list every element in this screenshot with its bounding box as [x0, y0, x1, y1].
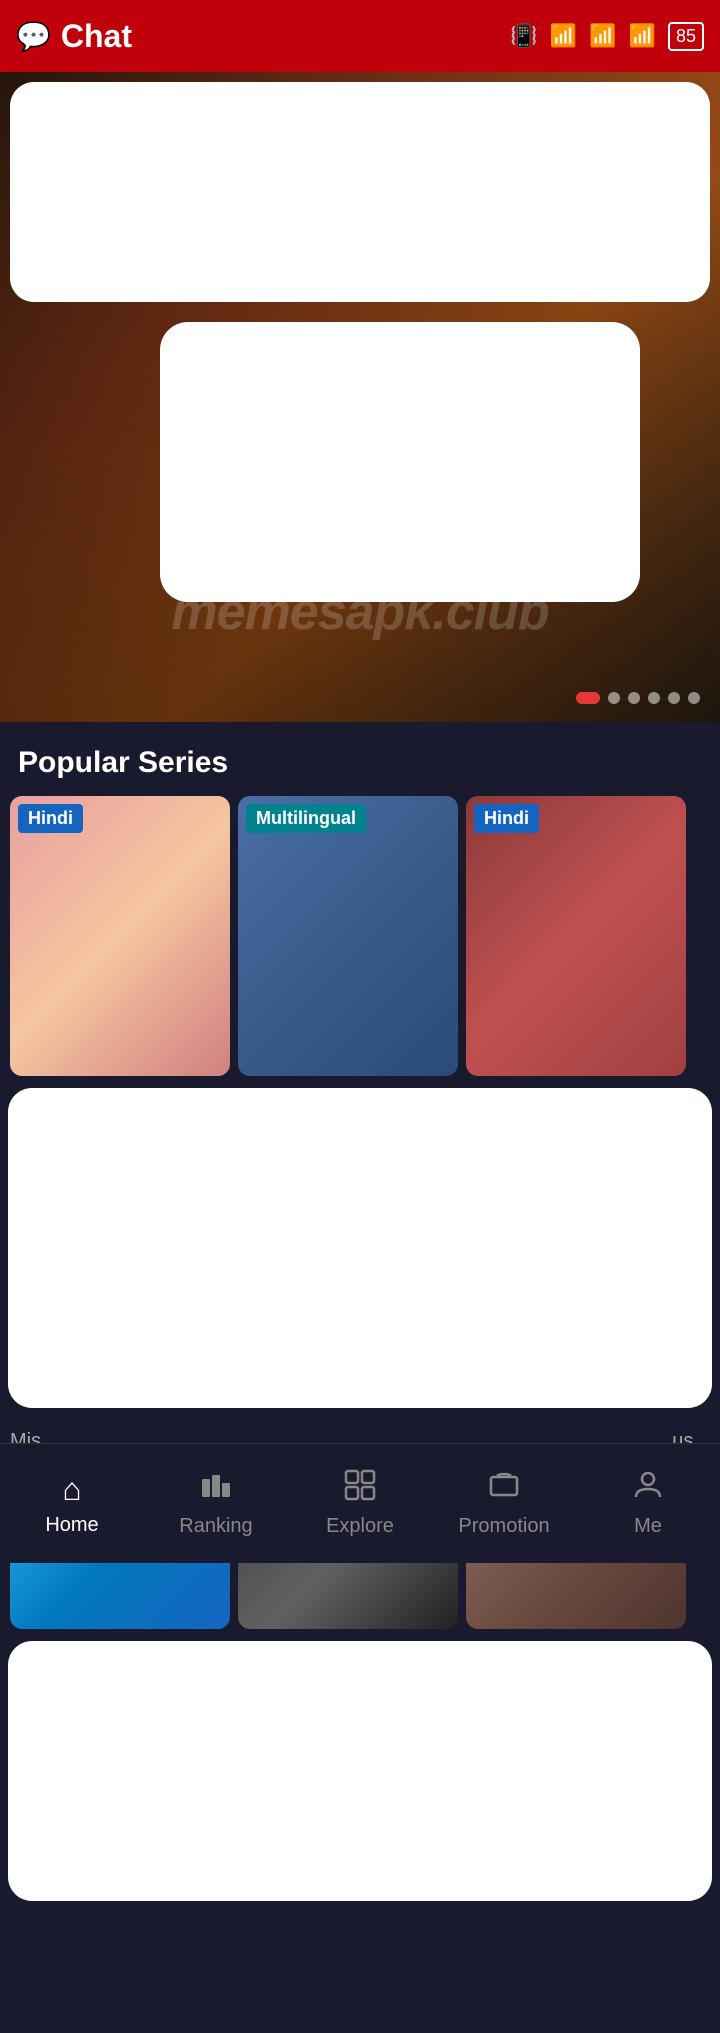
series-card-3[interactable]: Hindi — [466, 796, 686, 1076]
me-label: Me — [634, 1515, 662, 1538]
explore-icon — [344, 1469, 376, 1509]
ranking-icon — [200, 1469, 232, 1509]
series-big-overlay — [8, 1088, 712, 1408]
chat-icon: 💬 — [16, 20, 51, 53]
dot-3[interactable] — [628, 692, 640, 704]
popular-series-section: Popular Series Hindi Multilingual Hindi … — [0, 722, 720, 1453]
me-icon — [632, 1469, 664, 1509]
dot-1[interactable] — [576, 692, 600, 704]
home-label: Home — [45, 1514, 98, 1537]
popular-series-title: Popular Series — [0, 722, 720, 796]
wifi-icon: 📶 — [550, 23, 577, 49]
dot-5[interactable] — [668, 692, 680, 704]
status-bar-left: 💬 Chat — [16, 18, 132, 55]
series-badge-2: Multilingual — [246, 804, 366, 833]
app-title: Chat — [61, 18, 132, 55]
nav-promotion[interactable]: Promotion — [432, 1469, 576, 1538]
content-area: Popular Series Hindi Multilingual Hindi … — [0, 722, 720, 2033]
signal-icon-2: 📶 — [629, 23, 656, 49]
nav-home[interactable]: ⌂ Home — [0, 1471, 144, 1537]
signal-icon-1: 📶 — [589, 23, 616, 49]
series-badge-3: Hindi — [474, 804, 539, 833]
home-icon: ⌂ — [62, 1471, 81, 1508]
series-row-1: Hindi Multilingual Hindi — [0, 796, 720, 1076]
status-bar-right: 📳 📶 📶 📶 85 — [510, 22, 704, 51]
series-badge-1: Hindi — [18, 804, 83, 833]
carousel-dots — [576, 692, 700, 704]
ranking-label: Ranking — [179, 1515, 252, 1538]
series-card-1[interactable]: Hindi — [10, 796, 230, 1076]
explore-label: Explore — [326, 1515, 394, 1538]
dot-4[interactable] — [648, 692, 660, 704]
promotion-icon — [488, 1469, 520, 1509]
bottom-nav: ⌂ Home Ranking Explore — [0, 1443, 720, 1563]
nav-me[interactable]: Me — [576, 1469, 720, 1538]
promotion-label: Promotion — [458, 1515, 549, 1538]
battery-badge: 85 — [668, 22, 704, 51]
nav-ranking[interactable]: Ranking — [144, 1469, 288, 1538]
status-bar: 💬 Chat 📳 📶 📶 📶 85 — [0, 0, 720, 72]
vibrate-icon: 📳 — [510, 23, 537, 49]
dot-2[interactable] — [608, 692, 620, 704]
nav-explore[interactable]: Explore — [288, 1469, 432, 1538]
hero-banner: memesapk.club — [0, 72, 720, 722]
dot-6[interactable] — [688, 692, 700, 704]
series-card-2[interactable]: Multilingual — [238, 796, 458, 1076]
bottom-overlay-box — [8, 1641, 712, 1901]
hero-white-box-2 — [160, 322, 640, 602]
hero-white-box-1 — [10, 82, 710, 302]
